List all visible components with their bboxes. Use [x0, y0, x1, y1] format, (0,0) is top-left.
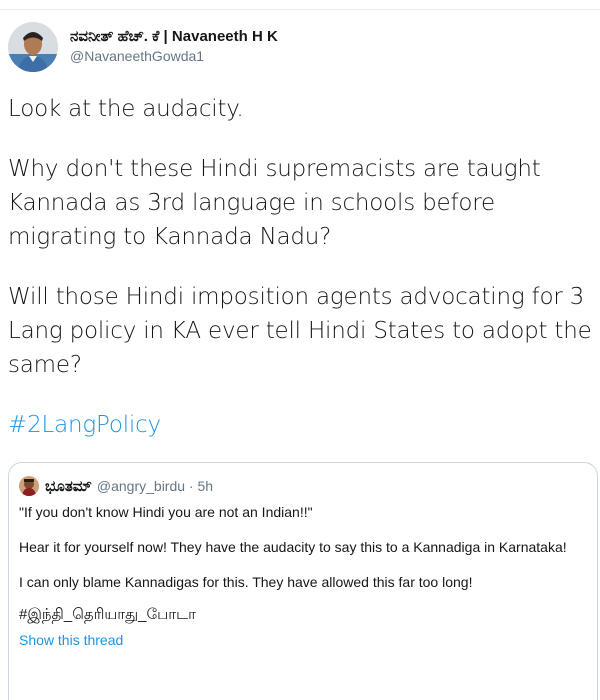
tweet-paragraph: Look at the audacity.: [8, 96, 244, 122]
show-thread-link[interactable]: Show this thread: [19, 632, 587, 648]
quoted-paragraph: "If you don't know Hindi you are not an …: [19, 504, 313, 520]
top-divider: [0, 0, 600, 10]
author-avatar[interactable]: [8, 22, 58, 72]
quoted-paragraph: I can only blame Kannadigas for this. Th…: [19, 574, 473, 590]
quoted-author-handle-time[interactable]: @angry_birdu · 5h: [97, 478, 213, 494]
tweet-card: ನವನೀತ್ ಹೆಚ್. ಕೆ | Navaneeth H K @Navanee…: [0, 0, 600, 700]
tweet-hashtag-link[interactable]: #2LangPolicy: [8, 408, 594, 442]
quoted-tweet[interactable]: ಭೂತಮ್ @angry_birdu · 5h "If you don't kn…: [8, 462, 598, 700]
tweet-paragraph: Why don't these Hindi supremacists are t…: [8, 156, 548, 250]
author-handle[interactable]: @NavaneethGowda1: [70, 47, 278, 65]
author-display-name[interactable]: ನವನೀತ್ ಹೆಚ್. ಕೆ | Navaneeth H K: [70, 28, 278, 46]
quoted-paragraph: Hear it for yourself now! They have the …: [19, 539, 567, 555]
tweet-header: ನವನೀತ್ ಹೆಚ್. ಕೆ | Navaneeth H K @Navanee…: [8, 22, 278, 72]
quoted-author-avatar[interactable]: [19, 476, 39, 496]
profile-photo-icon: [8, 22, 58, 72]
tweet-body: Look at the audacity. Why don't these Hi…: [8, 92, 594, 442]
profile-photo-icon: [19, 476, 39, 496]
tweet-paragraph: Will those Hindi imposition agents advoc…: [8, 284, 599, 378]
quoted-tweet-body: "If you don't know Hindi you are not an …: [19, 503, 587, 592]
quoted-hashtag: #இந்தி_தெரியாது_போடா: [19, 606, 196, 623]
quoted-tweet-header: ಭೂತಮ್ @angry_birdu · 5h: [19, 475, 587, 497]
quoted-author-name[interactable]: ಭೂತಮ್: [45, 478, 92, 495]
